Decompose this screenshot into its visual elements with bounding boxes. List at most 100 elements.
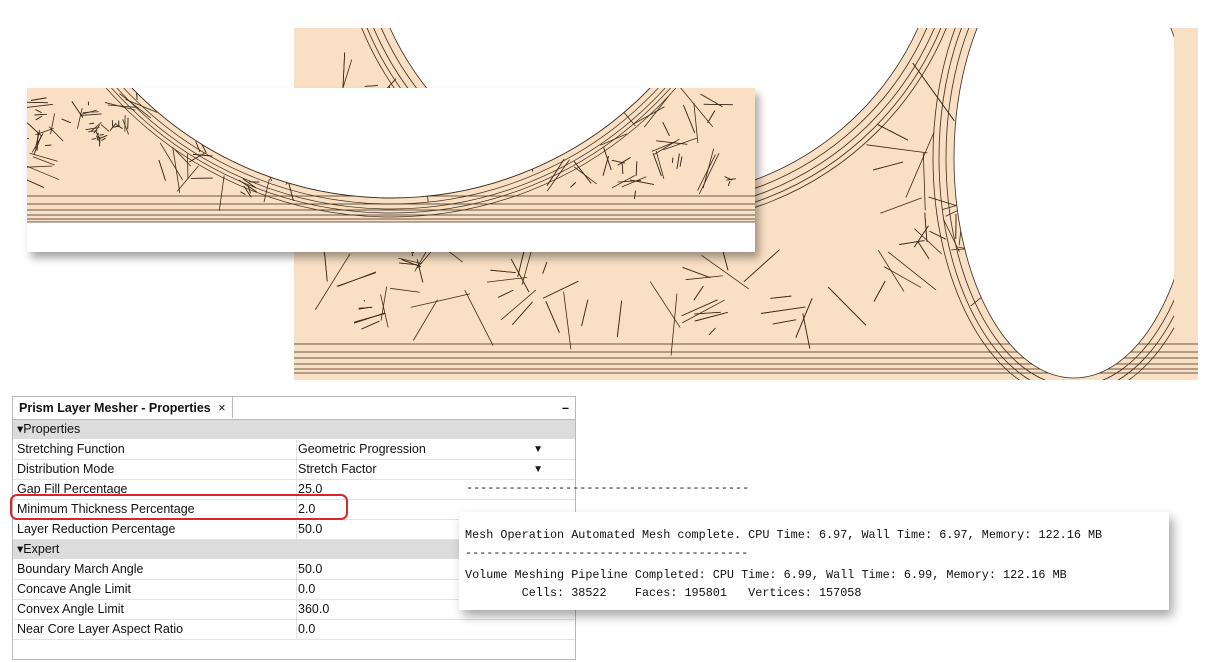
mesh-edge (380, 286, 388, 321)
mesh-edge (883, 266, 922, 288)
mesh-edge (98, 135, 108, 140)
mesh-edge (490, 269, 516, 274)
mesh-edge (681, 299, 725, 324)
mesh-edge (917, 241, 930, 260)
mesh-edge (670, 293, 678, 356)
category-properties[interactable]: ▾Properties (13, 420, 575, 440)
console-line-mesh-complete: Mesh Operation Automated Mesh complete. … (465, 528, 1103, 542)
dropdown-arrow-icon[interactable]: ▼ (533, 460, 543, 479)
mesh-edge (99, 133, 104, 136)
mesh-edge (676, 153, 680, 169)
property-value: 50.0 (298, 562, 323, 576)
console-separator: ---------------------------------------- (466, 481, 750, 495)
mesh-edge (760, 306, 806, 314)
mesh-edge (685, 275, 723, 281)
mesh-edge (363, 300, 366, 302)
mesh-edge (617, 157, 631, 166)
mesh-edge (35, 115, 43, 121)
close-icon[interactable]: × (218, 401, 225, 415)
mesh-edge (581, 299, 589, 327)
mesh-edge (80, 113, 102, 116)
mesh-edge (679, 156, 683, 167)
mesh-edge (899, 240, 925, 245)
mesh-edge (708, 327, 716, 336)
mesh-edge (683, 104, 696, 133)
console-output: Mesh Operation Automated Mesh complete. … (459, 512, 1169, 610)
mesh-edge (30, 97, 47, 101)
category-label: Properties (23, 422, 81, 436)
mesh-edge (887, 251, 937, 291)
console-line-cell-stats: Cells: 38522 Faces: 195801 Vertices: 157… (465, 586, 862, 600)
tab-prism-layer-mesher-properties[interactable]: Prism Layer Mesher - Properties × (13, 397, 233, 418)
mesh-edge (727, 180, 731, 186)
mesh-edge (361, 320, 380, 330)
mesh-edge (34, 113, 47, 116)
mesh-edge (101, 137, 106, 141)
mesh-edge (876, 123, 909, 141)
mesh-edge (795, 298, 813, 338)
property-value: Geometric Progression (298, 442, 426, 456)
mesh-edge (414, 249, 428, 272)
property-value-field[interactable]: 0.0 (296, 620, 547, 639)
mesh-edge (353, 312, 385, 324)
property-row-near-core-layer-aspect-ratio[interactable]: Near Core Layer Aspect Ratio 0.0 (13, 620, 575, 640)
category-label: Expert (23, 542, 60, 556)
property-value-select[interactable]: Geometric Progression ▼ (296, 440, 547, 459)
property-name: Near Core Layer Aspect Ratio (17, 622, 184, 636)
minimize-icon[interactable]: – (562, 397, 569, 419)
mesh-edge (35, 109, 42, 114)
mesh-edge (621, 163, 624, 174)
hole-outline (131, 88, 651, 199)
property-row-distribution-mode[interactable]: Distribution Mode Stretch Factor ▼ (13, 460, 575, 480)
mesh-edge (104, 102, 136, 111)
mesh-edge (873, 280, 886, 302)
mesh-edge (770, 295, 792, 299)
mesh-edge (510, 258, 530, 293)
mesh-edge (542, 262, 548, 274)
mesh-edge (464, 289, 494, 346)
panel-tabbar: Prism Layer Mesher - Properties × – (13, 397, 575, 420)
property-row-stretching-function[interactable]: Stretching Function Geometric Progressio… (13, 440, 575, 460)
mesh-edge (336, 272, 376, 287)
property-name: Concave Angle Limit (17, 582, 131, 596)
property-value-select[interactable]: Stretch Factor ▼ (296, 460, 547, 479)
property-value: 0.0 (298, 622, 316, 636)
mesh-fill (1174, 28, 1198, 328)
mesh-edge (662, 121, 670, 136)
mesh-edge (563, 291, 572, 350)
property-name: Convex Angle Limit (17, 602, 125, 616)
property-value: 0.0 (298, 582, 316, 596)
mesh-edge (27, 179, 44, 188)
mesh-edge (682, 266, 711, 278)
mesh-edge (498, 289, 514, 298)
mesh-edge (512, 301, 533, 325)
mesh-edge (48, 126, 64, 142)
property-value: 360.0 (298, 602, 330, 616)
mesh-edge (89, 122, 95, 125)
mesh-graphic-zoom (27, 88, 755, 252)
mesh-edge (671, 157, 674, 163)
mesh-edge (693, 102, 699, 144)
mesh-edge (50, 113, 55, 135)
mesh-edge (36, 131, 39, 151)
mesh-edge (545, 301, 560, 333)
mesh-edge (500, 289, 537, 321)
mesh-edge (61, 118, 71, 124)
mesh-edge (602, 156, 609, 176)
mesh-edge (546, 158, 565, 186)
mesh-edge (174, 149, 192, 167)
mesh-edge (743, 249, 780, 283)
mesh-edge (100, 124, 110, 132)
mesh-edge (158, 159, 166, 181)
mesh-edge (314, 253, 351, 310)
mesh-edge (410, 293, 471, 308)
mesh-edge (866, 144, 928, 154)
mesh-edge (364, 85, 378, 87)
mesh-edge (880, 197, 922, 214)
mesh-edge (922, 152, 926, 211)
mesh-edge (616, 300, 623, 337)
dropdown-arrow-icon[interactable]: ▼ (533, 440, 543, 459)
mesh-edge (546, 159, 570, 192)
property-name: Stretching Function (17, 442, 125, 456)
mesh-edge (929, 230, 947, 240)
